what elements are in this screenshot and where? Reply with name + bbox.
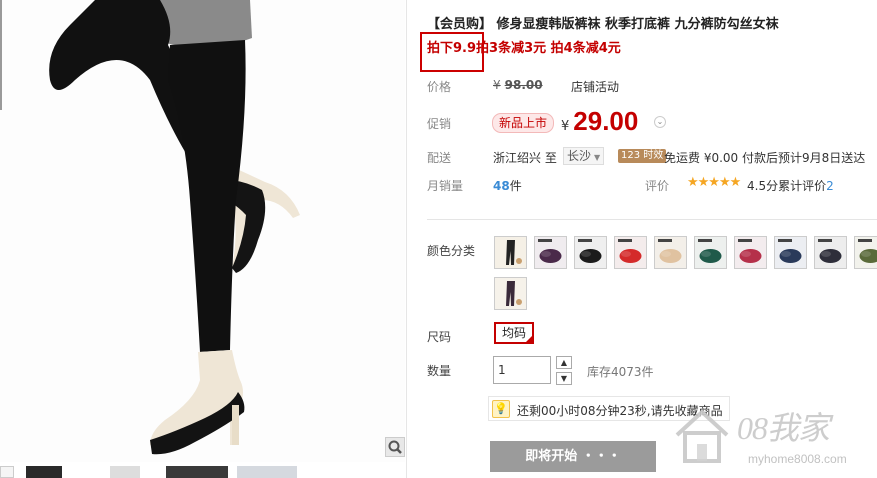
swatch-green[interactable] <box>694 236 727 269</box>
swatch-olive[interactable] <box>854 236 877 269</box>
swatch-nude[interactable] <box>654 236 687 269</box>
thumbnail-strip <box>0 466 405 478</box>
promotion-price-value: 29.00 <box>573 106 639 136</box>
swatch-rose[interactable] <box>734 236 767 269</box>
swatch-legging-photo[interactable] <box>494 236 527 269</box>
watermark-url: myhome8008.com <box>748 452 847 466</box>
original-price: ¥98.00 <box>493 78 543 92</box>
monthly-sales-label: 月销量 <box>427 179 464 193</box>
product-main-image[interactable] <box>0 0 405 462</box>
house-logo-icon <box>675 409 729 463</box>
review-count: 2 <box>826 179 834 193</box>
stock-count: 库存4073件 <box>587 365 654 379</box>
ship-from: 浙江绍兴 至 <box>493 151 557 165</box>
currency-symbol: ¥ <box>561 119 570 134</box>
original-price-value: 98.00 <box>504 78 543 92</box>
shipping-label: 配送 <box>427 151 452 165</box>
lightbulb-icon: 💡 <box>492 400 510 418</box>
quantity-label: 数量 <box>427 364 452 378</box>
destination-select[interactable]: 长沙 ▼ <box>563 147 605 165</box>
monthly-sales: 48件 <box>493 177 522 194</box>
shipping-fee-text: 免运费 ¥0.00 付款后预计9月8日送达 <box>664 151 866 165</box>
thumbnail[interactable] <box>0 466 14 478</box>
swatch-purple-legging-photo[interactable] <box>494 277 527 310</box>
promo-rest-text: 拍3条减3元 拍4条减4元 <box>476 41 621 56</box>
size-label: 尺码 <box>427 330 452 344</box>
watermark-text: 08我家 <box>737 410 830 446</box>
thumbnail[interactable] <box>26 466 62 478</box>
review-label: 评价 <box>645 179 670 193</box>
swatch-charcoal[interactable] <box>814 236 847 269</box>
review-summary[interactable]: 4.5分累计评价2 <box>747 177 834 194</box>
zoom-button[interactable] <box>385 437 405 457</box>
chevron-down-icon[interactable]: ⌄ <box>654 116 666 128</box>
swatch-purple[interactable] <box>534 236 567 269</box>
new-arrival-badge: 新品上市 <box>492 113 555 133</box>
color-label: 颜色分类 <box>427 244 476 258</box>
price-label: 价格 <box>427 80 452 94</box>
review-prefix: 累计评价 <box>778 179 827 193</box>
swatch-black[interactable] <box>574 236 607 269</box>
rating-score: 4.5分 <box>747 179 779 193</box>
section-divider <box>427 219 877 220</box>
swatch-red[interactable] <box>614 236 647 269</box>
quantity-input[interactable] <box>493 356 551 384</box>
thumbnail[interactable] <box>166 466 228 478</box>
quantity-decrease-button[interactable]: ▼ <box>556 372 572 385</box>
thumbnail[interactable] <box>110 466 140 478</box>
promo-highlight-box <box>420 32 484 72</box>
coming-soon-button[interactable]: 即将开始 ・・・ <box>490 441 656 472</box>
rating-stars: ★★★★★ <box>687 175 741 190</box>
swatch-navy[interactable] <box>774 236 807 269</box>
destination-value: 长沙 <box>567 149 592 163</box>
quantity-increase-button[interactable]: ▲ <box>556 356 572 369</box>
product-title: 【会员购】 修身显瘦韩版裤袜 秋季打底裤 九分裤防勾丝女袜 <box>427 17 779 32</box>
delivery-time-badge: 123 时效 <box>618 149 667 163</box>
thumbnail[interactable] <box>237 466 297 478</box>
magnifier-icon <box>388 440 402 454</box>
size-option-selected[interactable]: 均码 <box>494 322 534 344</box>
currency-symbol: ¥ <box>493 78 501 92</box>
shop-activity-link[interactable]: 店铺活动 <box>571 78 619 95</box>
image-divider <box>406 0 407 478</box>
promotion-price: ¥29.00 <box>561 106 638 137</box>
monthly-sales-unit: 件 <box>509 179 522 193</box>
monthly-sales-count: 48 <box>493 179 510 193</box>
promotion-label: 促销 <box>427 117 452 131</box>
chevron-down-icon: ▼ <box>594 153 601 162</box>
